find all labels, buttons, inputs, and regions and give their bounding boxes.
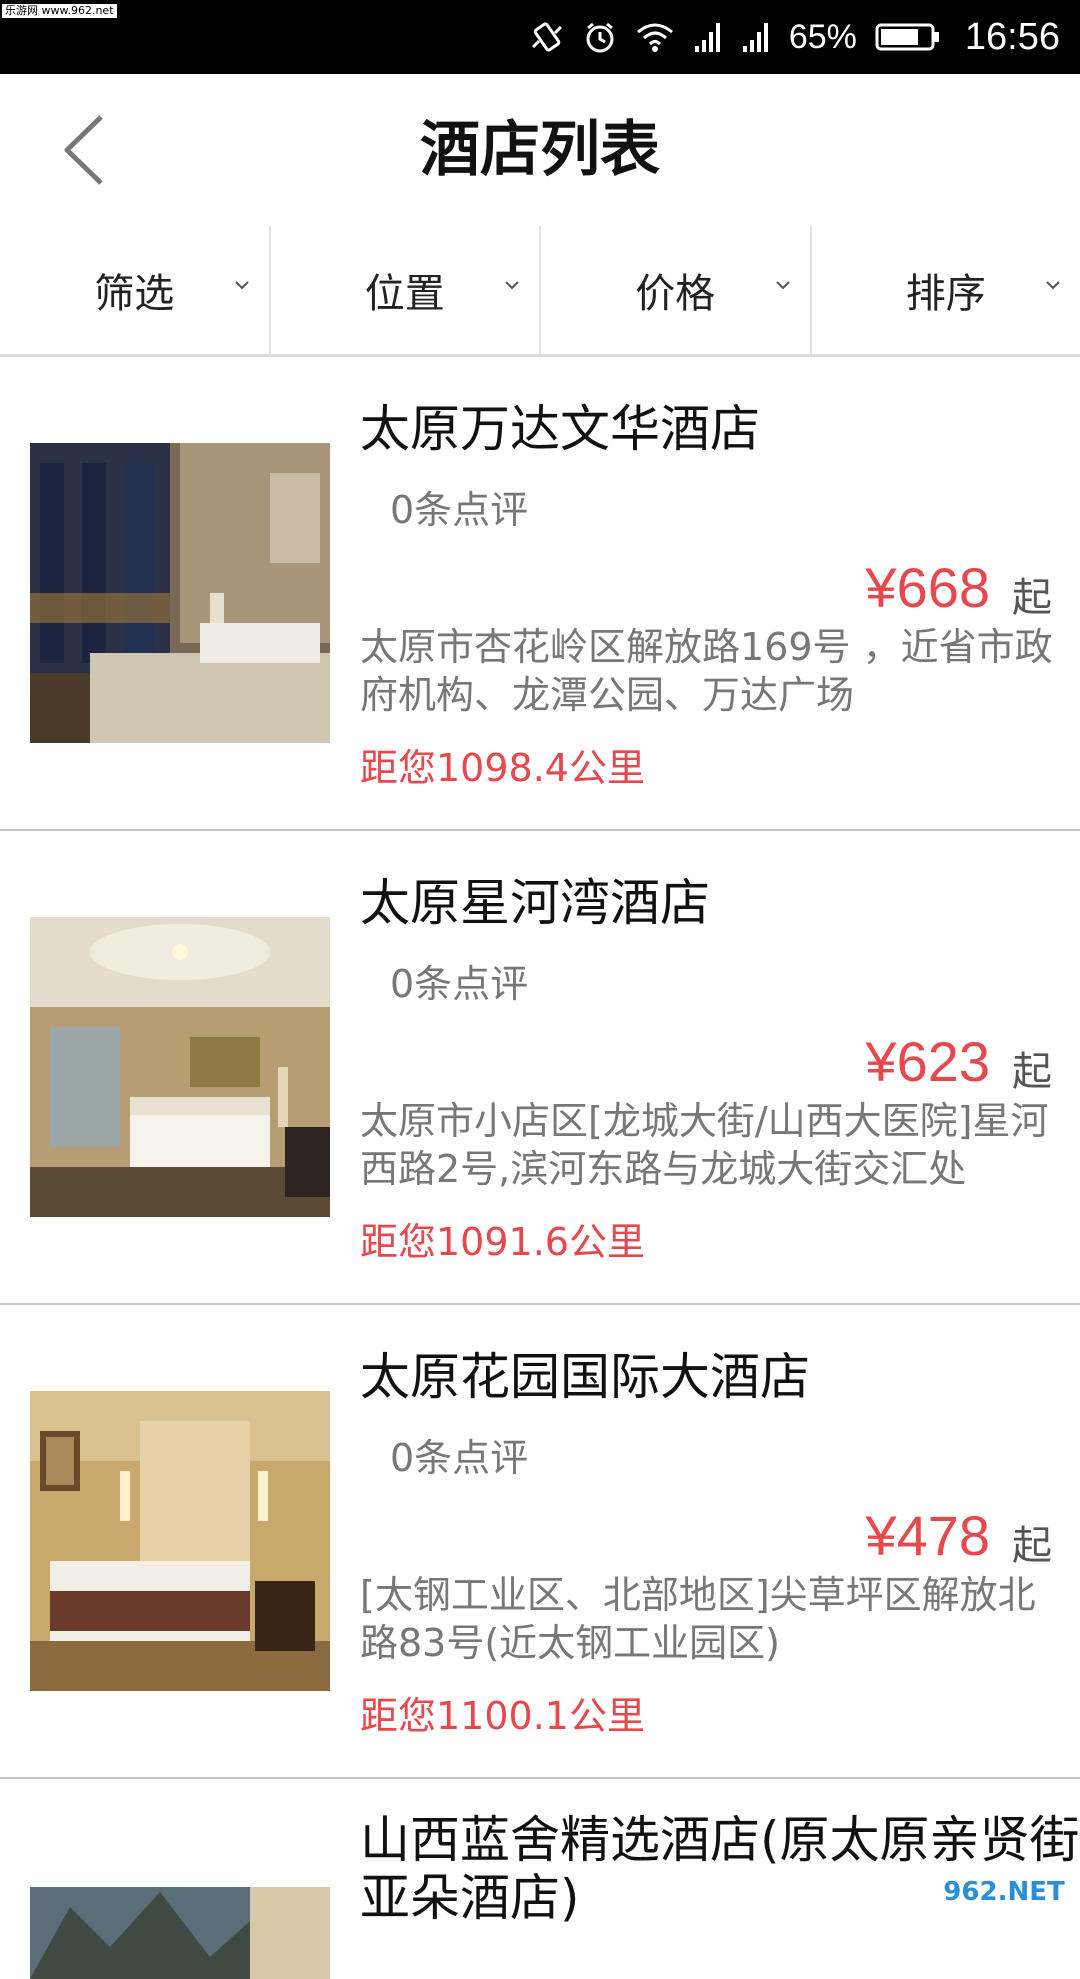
signal-icon-2 bbox=[741, 20, 771, 54]
hotel-list-item[interactable]: 太原星河湾酒店 0条点评 ¥623 起 太原市小店区[龙城大街/山西大医院]星河… bbox=[0, 831, 1080, 1305]
hotel-address: 太原市杏花岭区解放路169号 ，近省市政府机构、龙潭公园、万达广场 bbox=[360, 623, 1072, 719]
filter-label: 筛选 bbox=[94, 261, 174, 319]
app-header: 酒店列表 bbox=[0, 74, 1080, 228]
hotel-list-item[interactable]: 山西蓝舍精选酒店(原太原亲贤街亚朵酒店) bbox=[0, 1779, 1080, 1979]
filter-label: 位置 bbox=[365, 261, 445, 319]
hotel-list-item[interactable]: 太原万达文华酒店 0条点评 ¥668 起 太原市杏花岭区解放路169号 ，近省市… bbox=[0, 357, 1080, 831]
signal-icon bbox=[693, 20, 723, 54]
hotel-address: [太钢工业区、北部地区]尖草坪区解放北路83号(近太钢工业园区) bbox=[360, 1571, 1072, 1667]
wifi-icon bbox=[635, 20, 675, 54]
hotel-price: ¥478 bbox=[865, 1503, 990, 1568]
filter-label: 价格 bbox=[635, 261, 715, 319]
filter-sort[interactable]: 排序 bbox=[810, 226, 1080, 354]
hotel-list: 太原万达文华酒店 0条点评 ¥668 起 太原市杏花岭区解放路169号 ，近省市… bbox=[0, 357, 1080, 1979]
status-bar: 乐游网 www.962.net 65% 16:56 bbox=[0, 0, 1080, 74]
hotel-photo bbox=[30, 1391, 330, 1691]
battery-percent: 65% bbox=[789, 18, 857, 57]
hotel-photo bbox=[30, 1887, 330, 1979]
battery-icon bbox=[875, 20, 941, 54]
clock: 16:56 bbox=[965, 16, 1060, 59]
hotel-photo bbox=[30, 917, 330, 1217]
price-suffix: 起 bbox=[1012, 565, 1052, 623]
hotel-distance: 距您1091.6公里 bbox=[360, 1211, 645, 1266]
filter-screen[interactable]: 筛选 bbox=[0, 226, 269, 354]
hotel-name: 太原星河湾酒店 bbox=[360, 863, 1080, 935]
dropdown-chevron-icon bbox=[776, 280, 790, 290]
hotel-list-item[interactable]: 太原花园国际大酒店 0条点评 ¥478 起 [太钢工业区、北部地区]尖草坪区解放… bbox=[0, 1305, 1080, 1779]
hotel-price: ¥668 bbox=[865, 555, 990, 620]
dropdown-chevron-icon bbox=[235, 280, 249, 290]
hotel-name: 太原花园国际大酒店 bbox=[360, 1337, 1080, 1409]
page-title: 酒店列表 bbox=[0, 74, 1080, 226]
hotel-photo bbox=[30, 443, 330, 743]
hotel-distance: 距您1098.4公里 bbox=[360, 737, 645, 792]
hotel-distance: 距您1100.1公里 bbox=[360, 1685, 645, 1740]
filter-label: 排序 bbox=[906, 261, 986, 319]
watermark-top: 乐游网 www.962.net bbox=[2, 4, 117, 18]
vibrate-icon bbox=[529, 19, 565, 55]
alarm-icon bbox=[583, 20, 617, 54]
filter-location[interactable]: 位置 bbox=[269, 226, 540, 354]
price-suffix: 起 bbox=[1012, 1513, 1052, 1571]
watermark-bottom: 962.NET bbox=[934, 1870, 1074, 1914]
hotel-address: 太原市小店区[龙城大街/山西大医院]星河西路2号,滨河东路与龙城大街交汇处 bbox=[360, 1097, 1072, 1193]
hotel-price: ¥623 bbox=[865, 1029, 990, 1094]
review-count: 0条点评 bbox=[390, 479, 528, 534]
price-suffix: 起 bbox=[1012, 1039, 1052, 1097]
dropdown-chevron-icon bbox=[505, 280, 519, 290]
hotel-name: 太原万达文华酒店 bbox=[360, 389, 1080, 461]
review-count: 0条点评 bbox=[390, 1427, 528, 1482]
filter-bar: 筛选 位置 价格 排序 bbox=[0, 226, 1080, 357]
review-count: 0条点评 bbox=[390, 953, 528, 1008]
filter-price[interactable]: 价格 bbox=[539, 226, 810, 354]
dropdown-chevron-icon bbox=[1046, 280, 1060, 290]
